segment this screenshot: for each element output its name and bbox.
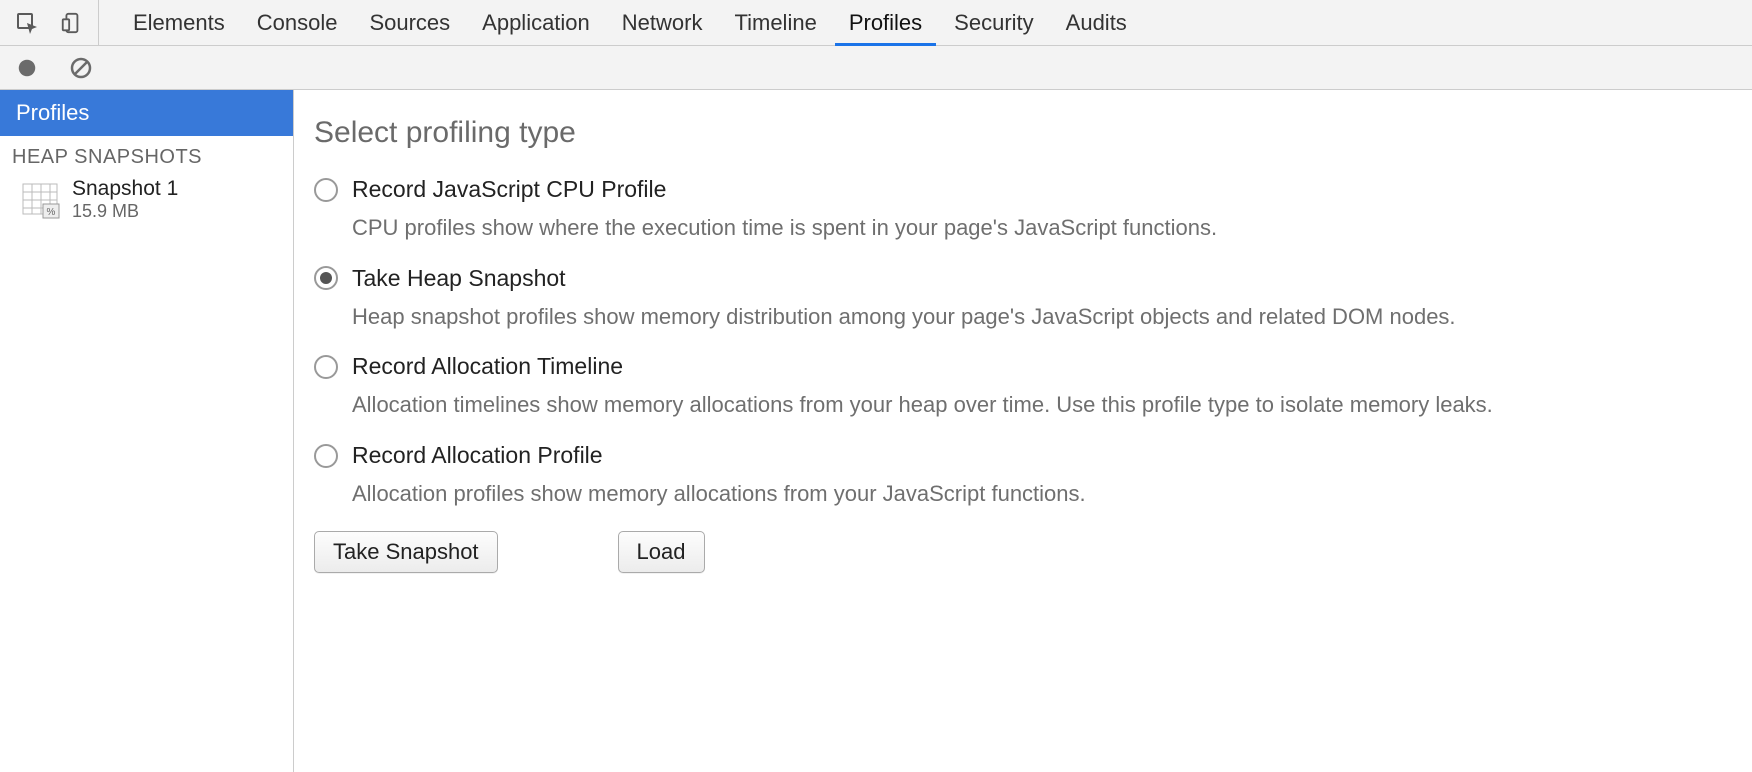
option-head: Take Heap Snapshot	[314, 265, 1732, 292]
clear-icon[interactable]	[68, 55, 94, 81]
sidebar-group-label: HEAP SNAPSHOTS	[0, 136, 293, 173]
option-label: Take Heap Snapshot	[352, 265, 566, 292]
profiles-sidebar: Profiles HEAP SNAPSHOTS % Snapshot 1	[0, 90, 294, 772]
option-desc: CPU profiles show where the execution ti…	[352, 213, 1732, 243]
record-icon[interactable]	[14, 55, 40, 81]
profiles-content: Select profiling type Record JavaScript …	[294, 90, 1752, 772]
devtools-tabs: Elements Console Sources Application Net…	[99, 0, 1143, 45]
heap-snapshot-icon: %	[20, 179, 60, 219]
tab-label: Profiles	[849, 10, 922, 36]
load-button[interactable]: Load	[618, 531, 705, 573]
profiles-split: Profiles HEAP SNAPSHOTS % Snapshot 1	[0, 90, 1752, 772]
devtools-tabbar: Elements Console Sources Application Net…	[0, 0, 1752, 46]
option-heap-snapshot[interactable]: Take Heap Snapshot Heap snapshot profile…	[314, 265, 1732, 332]
radio-icon[interactable]	[314, 178, 338, 202]
option-label: Record Allocation Timeline	[352, 353, 623, 380]
option-label: Record JavaScript CPU Profile	[352, 176, 666, 203]
option-label: Record Allocation Profile	[352, 442, 603, 469]
content-actions: Take Snapshot Load	[314, 531, 1732, 573]
tab-timeline[interactable]: Timeline	[718, 0, 832, 45]
content-title: Select profiling type	[314, 116, 1732, 150]
tab-security[interactable]: Security	[938, 0, 1049, 45]
radio-icon[interactable]	[314, 355, 338, 379]
tab-sources[interactable]: Sources	[353, 0, 466, 45]
option-desc: Allocation profiles show memory allocati…	[352, 479, 1732, 509]
tab-label: Security	[954, 10, 1033, 36]
tab-label: Audits	[1066, 10, 1127, 36]
option-allocation-timeline[interactable]: Record Allocation Timeline Allocation ti…	[314, 353, 1732, 420]
radio-icon[interactable]	[314, 266, 338, 290]
take-snapshot-button[interactable]: Take Snapshot	[314, 531, 498, 573]
tab-label: Elements	[133, 10, 225, 36]
radio-icon[interactable]	[314, 444, 338, 468]
tab-label: Console	[257, 10, 338, 36]
tabbar-icon-group	[0, 0, 99, 45]
sidebar-header[interactable]: Profiles	[0, 90, 293, 136]
option-allocation-profile[interactable]: Record Allocation Profile Allocation pro…	[314, 442, 1732, 509]
toggle-device-icon[interactable]	[58, 10, 84, 36]
sidebar-item-title: Snapshot 1	[72, 177, 178, 201]
tab-label: Timeline	[734, 10, 816, 36]
profiles-toolbar	[0, 46, 1752, 90]
tab-elements[interactable]: Elements	[117, 0, 241, 45]
inspect-element-icon[interactable]	[14, 10, 40, 36]
option-desc: Allocation timelines show memory allocat…	[352, 390, 1732, 420]
sidebar-item-sub: 15.9 MB	[72, 201, 178, 222]
option-head: Record Allocation Profile	[314, 442, 1732, 469]
option-head: Record JavaScript CPU Profile	[314, 176, 1732, 203]
option-desc: Heap snapshot profiles show memory distr…	[352, 302, 1732, 332]
tab-label: Application	[482, 10, 590, 36]
svg-text:%: %	[47, 207, 56, 218]
sidebar-item-snapshot[interactable]: % Snapshot 1 15.9 MB	[0, 173, 293, 226]
tab-console[interactable]: Console	[241, 0, 354, 45]
tab-profiles[interactable]: Profiles	[833, 0, 938, 45]
tab-audits[interactable]: Audits	[1050, 0, 1143, 45]
tab-label: Sources	[369, 10, 450, 36]
tab-application[interactable]: Application	[466, 0, 606, 45]
option-head: Record Allocation Timeline	[314, 353, 1732, 380]
tab-label: Network	[622, 10, 703, 36]
sidebar-item-meta: Snapshot 1 15.9 MB	[72, 177, 178, 222]
option-cpu-profile[interactable]: Record JavaScript CPU Profile CPU profil…	[314, 176, 1732, 243]
tab-network[interactable]: Network	[606, 0, 719, 45]
